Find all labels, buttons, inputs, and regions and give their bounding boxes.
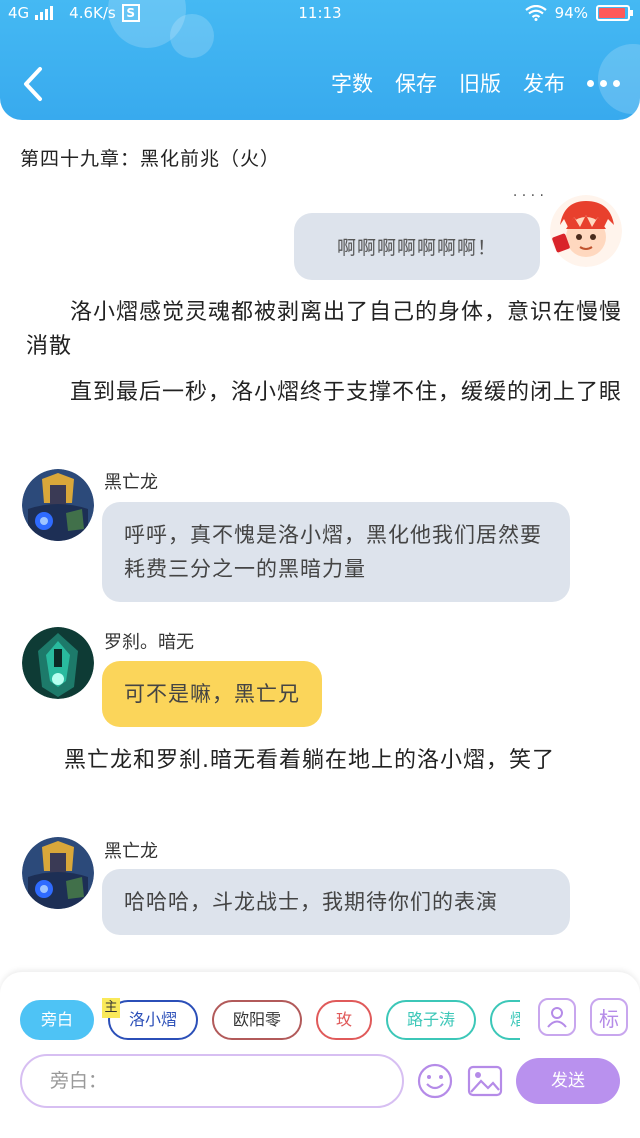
chip-ouyangling[interactable]: 欧阳零 <box>212 1000 302 1040</box>
chip-mei[interactable]: 玫 <box>316 1000 372 1040</box>
chat-bubble-yellow[interactable]: 可不是嘛，黑亡兄 <box>102 661 322 727</box>
back-button[interactable] <box>18 64 48 104</box>
emoji-icon <box>417 1063 453 1099</box>
chat-bubble-right[interactable]: 啊啊啊啊啊啊啊！ <box>294 213 540 280</box>
chat-bubble[interactable]: 呼呼，真不愧是洛小熠，黑化他我们居然要耗费三分之一的黑暗力量 <box>102 502 570 602</box>
more-icon[interactable] <box>587 69 620 97</box>
back-icon <box>24 67 42 101</box>
character-chips[interactable]: 旁白 洛小熠 欧阳零 玫 路子涛 熠 <box>20 996 520 1044</box>
emoji-button[interactable] <box>416 1062 454 1100</box>
speaker-name: 黑亡龙 <box>104 472 158 493</box>
chat-content[interactable]: · · · · 啊啊啊啊啊啊啊！ 洛小熠感觉灵魂都被剥离出了自己的身体，意识在慢… <box>0 188 640 972</box>
chip-narrator[interactable]: 旁白 <box>20 1000 94 1040</box>
chip-partial[interactable]: 熠 <box>490 1000 520 1040</box>
battery-percent: 94% <box>554 4 588 22</box>
speaker-name: 罗刹。暗无 <box>104 632 194 653</box>
narration-text: 洛小熠感觉灵魂都被剥离出了自己的身体，意识在慢慢消散 <box>26 300 623 359</box>
narration-text: 黑亡龙和罗刹.暗无看着躺在地上的洛小熠，笑了 <box>64 748 555 773</box>
word-count-button[interactable]: 字数 <box>331 68 373 98</box>
biao-button[interactable]: 标 <box>590 998 628 1036</box>
battery-fill <box>599 8 625 18</box>
speaker-name: 黑亡龙 <box>104 841 158 862</box>
avatar-heiwanglong[interactable] <box>22 837 94 909</box>
avatar-luosha-anwu[interactable] <box>22 627 94 699</box>
main-character-badge: 主 <box>102 998 120 1018</box>
message-input[interactable]: 旁白： <box>20 1054 404 1108</box>
image-icon <box>467 1065 503 1097</box>
chat-bubble[interactable]: 哈哈哈，斗龙战士，我期待你们的表演 <box>102 869 570 935</box>
chip-luzitao[interactable]: 路子涛 <box>386 1000 476 1040</box>
character-card-icon <box>547 1007 567 1028</box>
wifi-icon <box>524 5 547 21</box>
status-bar: 4G 4.6K/s S 11:13 94% <box>0 0 640 28</box>
old-version-button[interactable]: 旧版 <box>459 68 501 98</box>
publish-button[interactable]: 发布 <box>523 68 565 98</box>
partial-speaker-name: · · · · <box>512 188 544 200</box>
top-navigation-bar: 4G 4.6K/s S 11:13 94% 字数 保存 旧版 发布 <box>0 0 640 120</box>
header-actions: 字数 保存 旧版 发布 <box>331 68 620 98</box>
avatar-luoxiaoyi[interactable] <box>550 195 622 267</box>
avatar-heiwanglong[interactable] <box>22 469 94 541</box>
send-button[interactable]: 发送 <box>516 1058 620 1104</box>
narration-text: 直到最后一秒，洛小熠终于支撑不住，缓缓的闭上了眼 <box>70 380 623 405</box>
character-card-button[interactable] <box>538 998 576 1036</box>
image-button[interactable] <box>466 1062 504 1100</box>
chip-luoxiaoyi[interactable]: 洛小熠 <box>108 1000 198 1040</box>
chapter-title: 第四十九章：黑化前兆（火） <box>20 148 281 170</box>
save-button[interactable]: 保存 <box>395 68 437 98</box>
battery-icon <box>596 5 633 21</box>
